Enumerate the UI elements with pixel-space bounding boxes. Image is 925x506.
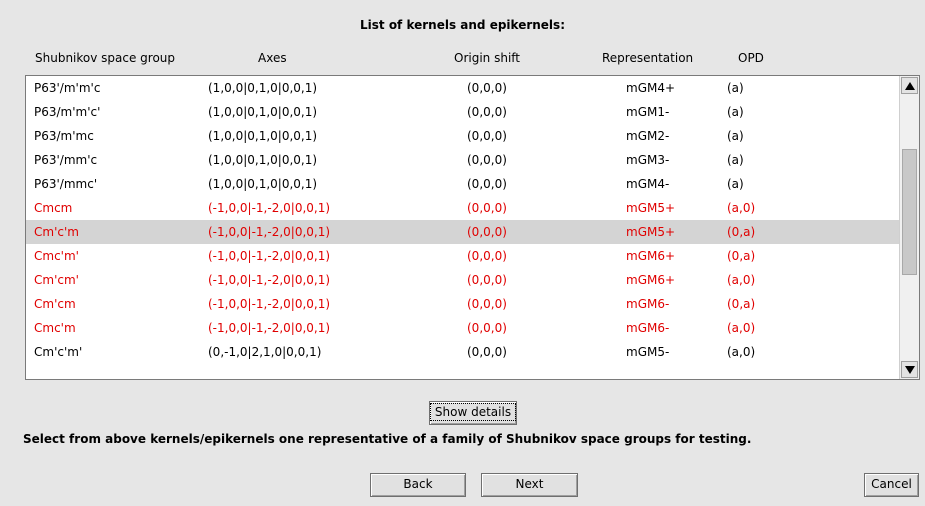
cell-group: P63'/mmc' — [34, 177, 98, 191]
table-row[interactable]: P63/m'm'c' (1,0,0|0,1,0|0,0,1) (0,0,0) mGM1… — [26, 100, 900, 124]
kernels-list-rows: P63'/m'm'c (1,0,0|0,1,0|0,0,1) (0,0,0) mGM4… — [26, 76, 900, 364]
cell-axes: (-1,0,0|-1,-2,0|0,0,1) — [208, 297, 331, 311]
cell-opd: (a,0) — [727, 321, 756, 335]
cell-group: Cm'cm' — [34, 273, 79, 287]
cell-representation: mGM5+ — [626, 225, 676, 239]
back-button[interactable]: Back — [370, 473, 466, 497]
cell-axes: (1,0,0|0,1,0|0,0,1) — [208, 105, 318, 119]
cell-origin: (0,0,0) — [467, 105, 507, 119]
column-header-group: Shubnikov space group — [35, 51, 176, 65]
cell-representation: mGM6- — [626, 297, 670, 311]
dialog-title: List of kernels and epikernels: — [360, 18, 565, 32]
table-row[interactable]: P63'/m'm'c (1,0,0|0,1,0|0,0,1) (0,0,0) mGM4… — [26, 76, 900, 100]
cell-axes: (0,-1,0|2,1,0|0,0,1) — [208, 345, 322, 359]
kernels-list[interactable]: P63'/m'm'c (1,0,0|0,1,0|0,0,1) (0,0,0) mGM4… — [25, 75, 920, 380]
cell-group: P63/m'mc — [34, 129, 94, 143]
cell-axes: (1,0,0|0,1,0|0,0,1) — [208, 153, 318, 167]
next-button[interactable]: Next — [481, 473, 578, 497]
arrow-up-icon — [904, 81, 915, 90]
table-row[interactable]: P63'/mmc' (1,0,0|0,1,0|0,0,1) (0,0,0) mGM4-… — [26, 172, 900, 196]
cell-group: P63/m'm'c' — [34, 105, 101, 119]
cell-origin: (0,0,0) — [467, 225, 507, 239]
show-details-button[interactable]: Show details — [429, 401, 517, 425]
cell-opd: (0,a) — [727, 249, 756, 263]
cell-representation: mGM6+ — [626, 273, 676, 287]
cell-group: Cm'cm — [34, 297, 76, 311]
cell-representation: mGM4+ — [626, 81, 676, 95]
cancel-button[interactable]: Cancel — [864, 473, 919, 497]
cell-origin: (0,0,0) — [467, 81, 507, 95]
table-row[interactable]: Cm'c'm' (0,-1,0|2,1,0|0,0,1) (0,0,0) mGM5- (… — [26, 340, 900, 364]
cell-origin: (0,0,0) — [467, 177, 507, 191]
cell-representation: mGM1- — [626, 105, 670, 119]
cell-axes: (-1,0,0|-1,-2,0|0,0,1) — [208, 201, 331, 215]
cell-axes: (1,0,0|0,1,0|0,0,1) — [208, 129, 318, 143]
cell-group: P63'/mm'c — [34, 153, 98, 167]
cell-opd: (0,a) — [727, 225, 756, 239]
cell-opd: (a) — [727, 81, 744, 95]
cell-representation: mGM5+ — [626, 201, 676, 215]
cell-axes: (-1,0,0|-1,-2,0|0,0,1) — [208, 273, 331, 287]
table-row[interactable]: Cmc'm' (-1,0,0|-1,-2,0|0,0,1) (0,0,0) mGM6+… — [26, 244, 900, 268]
cell-opd: (a,0) — [727, 345, 756, 359]
show-details-label: Show details — [429, 403, 517, 421]
cell-axes: (-1,0,0|-1,-2,0|0,0,1) — [208, 225, 331, 239]
column-header-opd: OPD — [738, 51, 764, 65]
table-row[interactable]: Cmcm (-1,0,0|-1,-2,0|0,0,1) (0,0,0) mGM5+ (a… — [26, 196, 900, 220]
cell-axes: (-1,0,0|-1,-2,0|0,0,1) — [208, 321, 331, 335]
cell-origin: (0,0,0) — [467, 321, 507, 335]
cell-origin: (0,0,0) — [467, 129, 507, 143]
cell-representation: mGM6+ — [626, 249, 676, 263]
cell-axes: (-1,0,0|-1,-2,0|0,0,1) — [208, 249, 331, 263]
cell-opd: (a) — [727, 129, 744, 143]
cell-origin: (0,0,0) — [467, 249, 507, 263]
cell-opd: (a,0) — [727, 201, 756, 215]
table-row[interactable]: Cm'c'm (-1,0,0|-1,-2,0|0,0,1) (0,0,0) mGM5+… — [26, 220, 900, 244]
cell-opd: (a) — [727, 177, 744, 191]
table-row[interactable]: P63/m'mc (1,0,0|0,1,0|0,0,1) (0,0,0) mGM2- (… — [26, 124, 900, 148]
cell-representation: mGM6- — [626, 321, 670, 335]
cell-representation: mGM3- — [626, 153, 670, 167]
scrollbar-thumb[interactable] — [902, 149, 917, 275]
cell-opd: (a) — [727, 105, 744, 119]
cell-group: Cmc'm — [34, 321, 76, 335]
cell-origin: (0,0,0) — [467, 273, 507, 287]
cell-representation: mGM5- — [626, 345, 670, 359]
scroll-down-button[interactable] — [901, 361, 918, 378]
cell-axes: (1,0,0|0,1,0|0,0,1) — [208, 177, 318, 191]
arrow-down-icon — [904, 365, 915, 374]
cell-group: Cmcm — [34, 201, 73, 215]
cell-axes: (1,0,0|0,1,0|0,0,1) — [208, 81, 318, 95]
table-row[interactable]: P63'/mm'c (1,0,0|0,1,0|0,0,1) (0,0,0) mGM3-… — [26, 148, 900, 172]
instruction-text: Select from above kernels/epikernels one… — [23, 432, 752, 446]
cell-opd: (a,0) — [727, 273, 756, 287]
cell-opd: (0,a) — [727, 297, 756, 311]
cell-group: Cm'c'm — [34, 225, 79, 239]
cell-representation: mGM4- — [626, 177, 670, 191]
column-header-axes: Axes — [258, 51, 287, 65]
cell-origin: (0,0,0) — [467, 201, 507, 215]
cell-group: Cmc'm' — [34, 249, 79, 263]
cell-group: P63'/m'm'c — [34, 81, 101, 95]
table-row[interactable]: Cm'cm (-1,0,0|-1,-2,0|0,0,1) (0,0,0) mGM6- (… — [26, 292, 900, 316]
cell-origin: (0,0,0) — [467, 345, 507, 359]
cell-opd: (a) — [727, 153, 744, 167]
cell-origin: (0,0,0) — [467, 297, 507, 311]
table-row[interactable]: Cm'cm' (-1,0,0|-1,-2,0|0,0,1) (0,0,0) mGM6+… — [26, 268, 900, 292]
column-header-origin: Origin shift — [454, 51, 520, 65]
cell-group: Cm'c'm' — [34, 345, 83, 359]
scroll-up-button[interactable] — [901, 77, 918, 94]
table-row[interactable]: Cmc'm (-1,0,0|-1,-2,0|0,0,1) (0,0,0) mGM6- (… — [26, 316, 900, 340]
vertical-scrollbar[interactable] — [899, 76, 919, 379]
cell-origin: (0,0,0) — [467, 153, 507, 167]
cell-representation: mGM2- — [626, 129, 670, 143]
column-header-representation: Representation — [602, 51, 694, 65]
